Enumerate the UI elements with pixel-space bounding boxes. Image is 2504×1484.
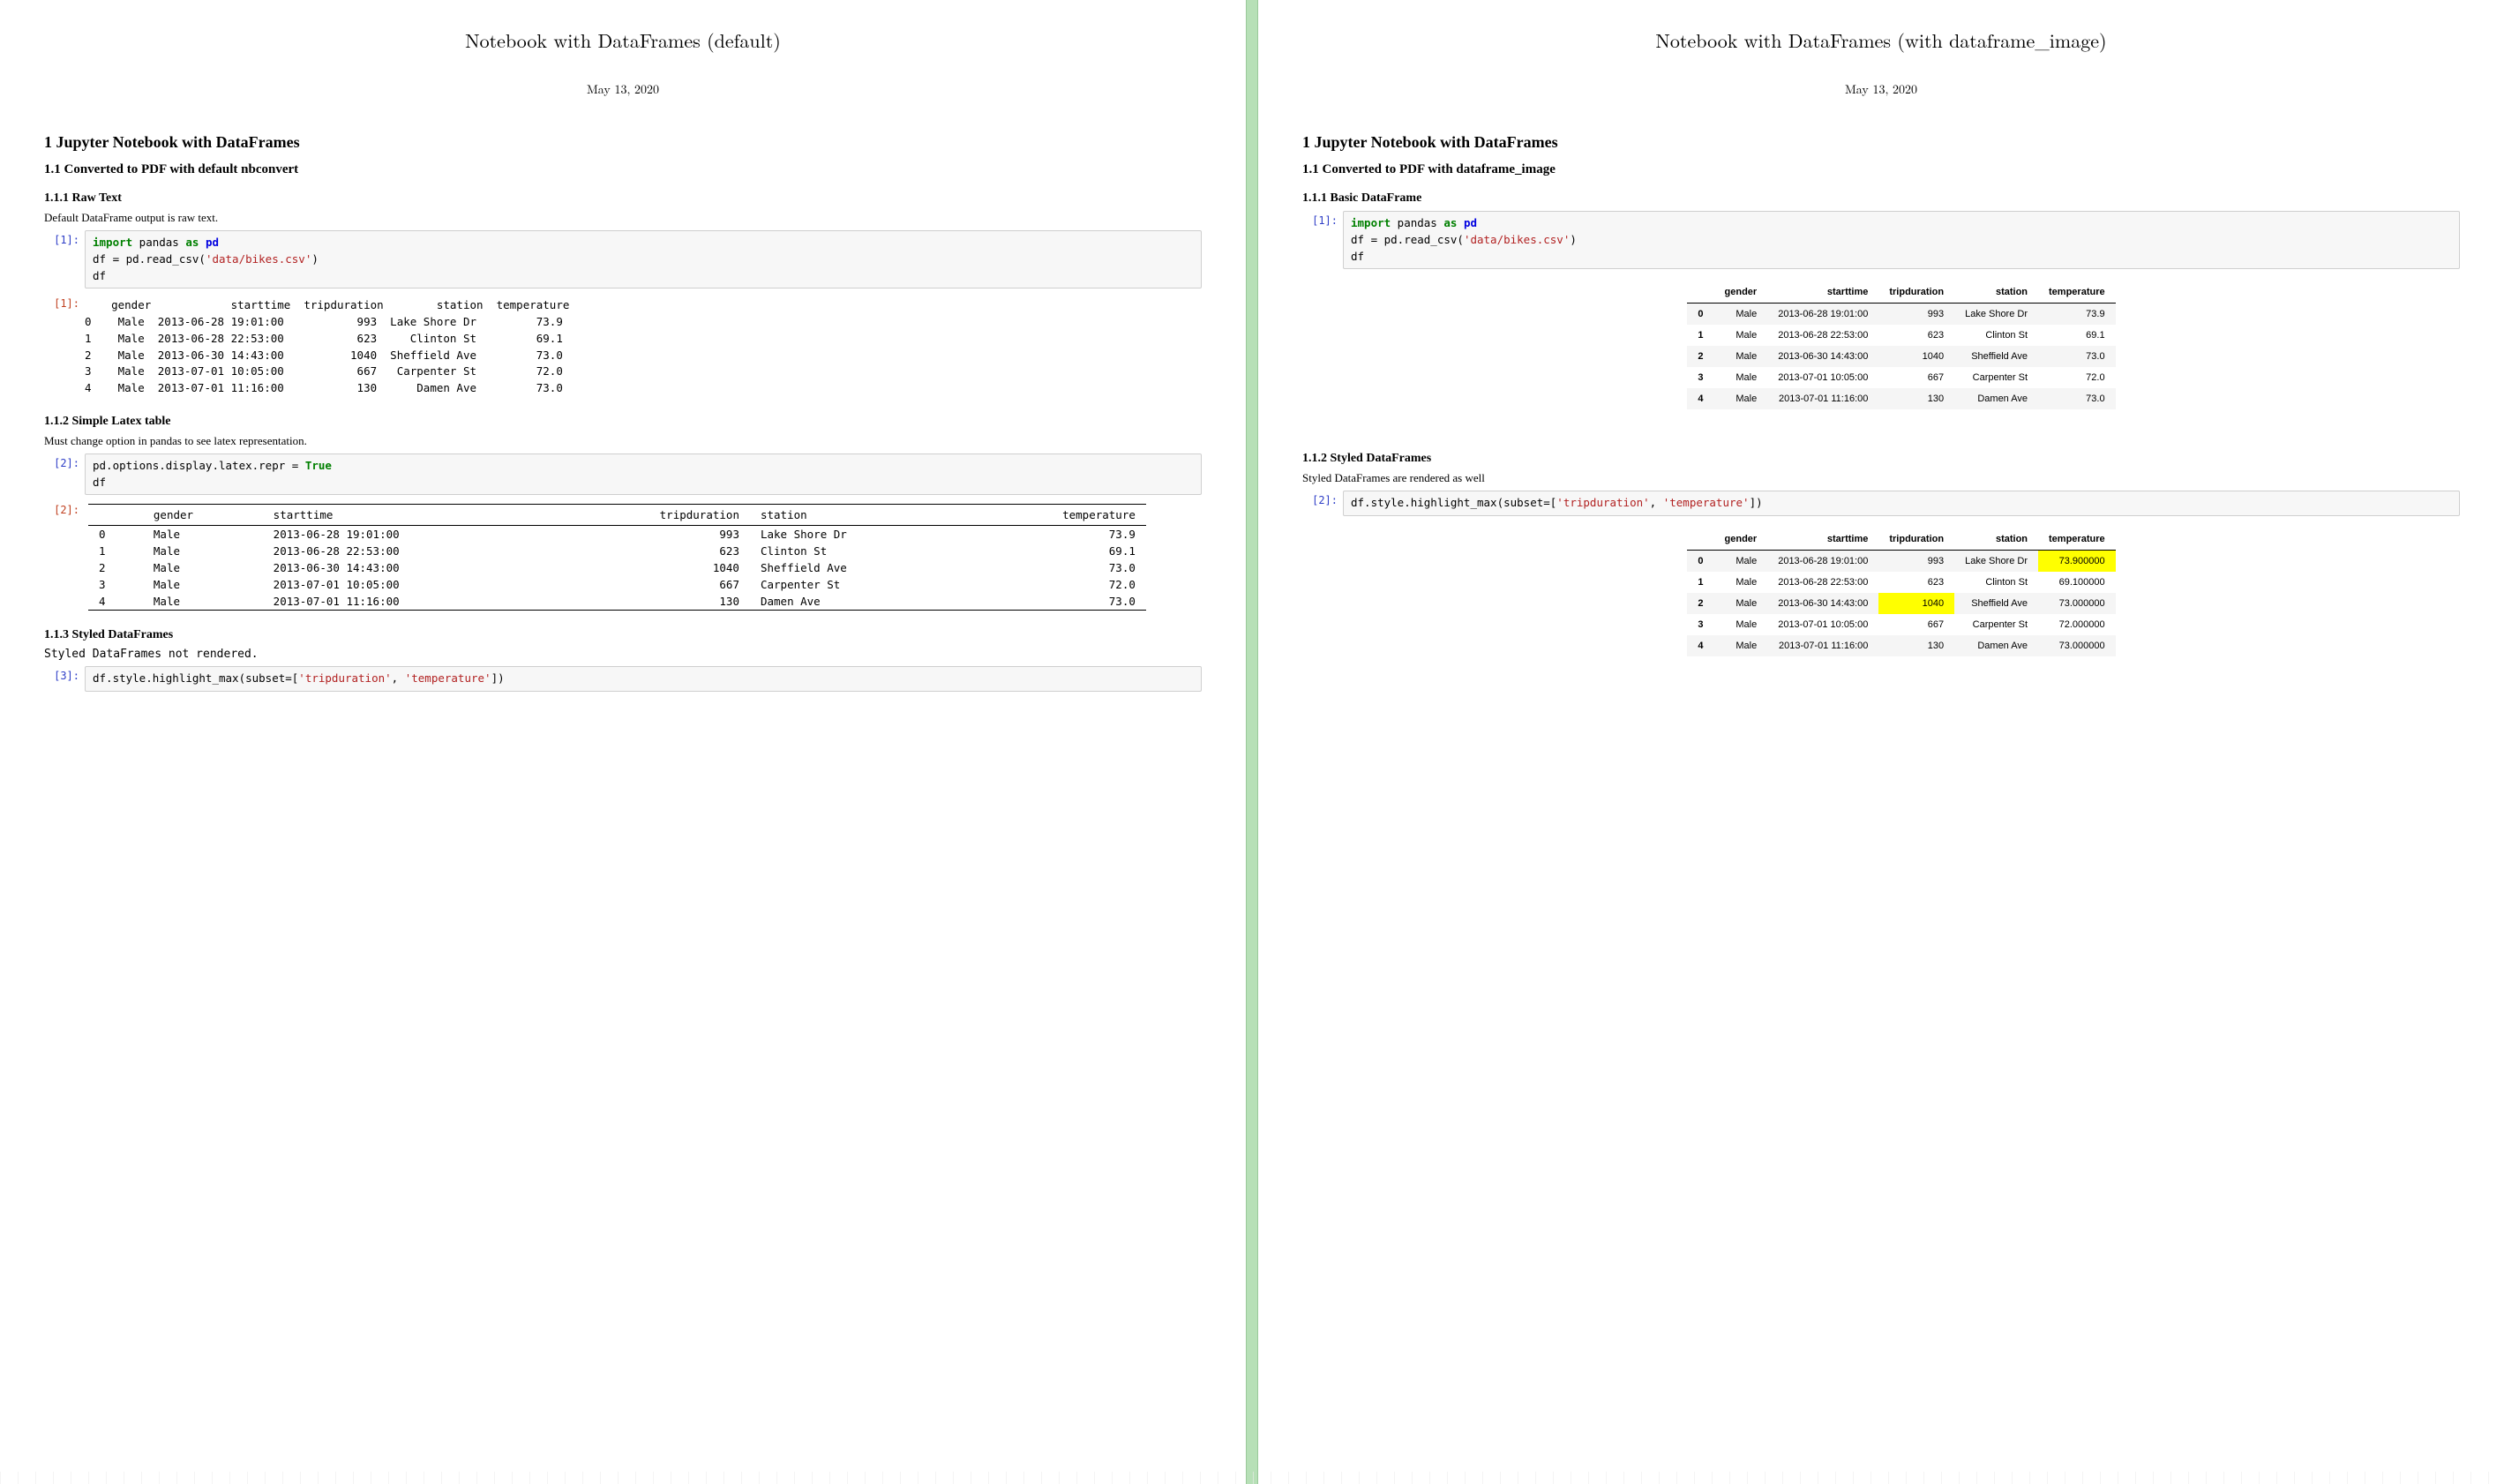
doc-title-right: Notebook with DataFrames (with dataframe…	[1285, 26, 2478, 54]
raw-text-output: gender starttime tripduration station te…	[85, 294, 1202, 401]
code-block: import pandas as pd df = pd.read_csv('da…	[1343, 211, 2460, 269]
code-block: df.style.highlight_max(subset=['tripdura…	[85, 666, 1202, 692]
code-block: import pandas as pd df = pd.read_csv('da…	[85, 230, 1202, 289]
output-cell: [2]: genderstarttimetripdurationstationt…	[44, 500, 1202, 614]
in-prompt: [2]:	[44, 453, 85, 469]
dataframe-output: genderstarttimetripdurationstationtemper…	[1343, 274, 2460, 416]
section-heading: 1 Jupyter Notebook with DataFrames	[1302, 133, 2460, 152]
doc-title-left: Notebook with DataFrames (default)	[26, 26, 1219, 54]
out-prompt-empty	[1302, 274, 1343, 278]
body-text: Styled DataFrames not rendered.	[44, 648, 1202, 661]
in-prompt: [1]:	[1302, 211, 1343, 227]
subsubsection-heading: 1.1.2 Simple Latex table	[44, 415, 1202, 429]
body-text: Default DataFrame output is raw text.	[44, 211, 1202, 225]
out-prompt-empty	[1302, 521, 1343, 525]
subsubsection-heading: 1.1.3 Styled DataFrames	[44, 628, 1202, 642]
in-prompt: [3]:	[44, 666, 85, 682]
output-cell: genderstarttimetripdurationstationtemper…	[1302, 521, 2460, 663]
in-prompt: [2]:	[1302, 491, 1343, 506]
out-prompt: [2]:	[44, 500, 85, 516]
in-prompt: [1]:	[44, 230, 85, 246]
right-document: Notebook with DataFrames (with dataframe…	[1258, 0, 2504, 1484]
subsection-heading: 1.1 Converted to PDF with default nbconv…	[44, 162, 1202, 177]
split-divider[interactable]	[1246, 0, 1258, 1484]
input-cell: [3]: df.style.highlight_max(subset=['tri…	[44, 666, 1202, 692]
body-text: Styled DataFrames are rendered as well	[1302, 471, 2460, 485]
out-prompt: [1]:	[44, 294, 85, 310]
doc-date-left: May 13, 2020	[26, 80, 1219, 98]
code-block: df.style.highlight_max(subset=['tripdura…	[1343, 491, 2460, 516]
code-block: pd.options.display.latex.repr = True df	[85, 453, 1202, 496]
subsection-heading: 1.1 Converted to PDF with dataframe_imag…	[1302, 162, 2460, 177]
input-cell: [2]: df.style.highlight_max(subset=['tri…	[1302, 491, 2460, 516]
subsubsection-heading: 1.1.2 Styled DataFrames	[1302, 452, 2460, 466]
body-text: Must change option in pandas to see late…	[44, 434, 1202, 448]
left-document: Notebook with DataFrames (default) May 1…	[0, 0, 1246, 1484]
output-cell: genderstarttimetripdurationstationtemper…	[1302, 274, 2460, 416]
latex-table-output: genderstarttimetripdurationstationtemper…	[85, 500, 1202, 614]
input-cell: [2]: pd.options.display.latex.repr = Tru…	[44, 453, 1202, 496]
section-heading: 1 Jupyter Notebook with DataFrames	[44, 133, 1202, 152]
subsubsection-heading: 1.1.1 Basic DataFrame	[1302, 191, 2460, 206]
styled-dataframe-output: genderstarttimetripdurationstationtemper…	[1343, 521, 2460, 663]
output-cell: [1]: gender starttime tripduration stati…	[44, 294, 1202, 401]
doc-date-right: May 13, 2020	[1285, 80, 2478, 98]
comparison-container: Notebook with DataFrames (default) May 1…	[0, 0, 2504, 1484]
input-cell: [1]: import pandas as pd df = pd.read_cs…	[44, 230, 1202, 289]
subsubsection-heading: 1.1.1 Raw Text	[44, 191, 1202, 206]
input-cell: [1]: import pandas as pd df = pd.read_cs…	[1302, 211, 2460, 269]
